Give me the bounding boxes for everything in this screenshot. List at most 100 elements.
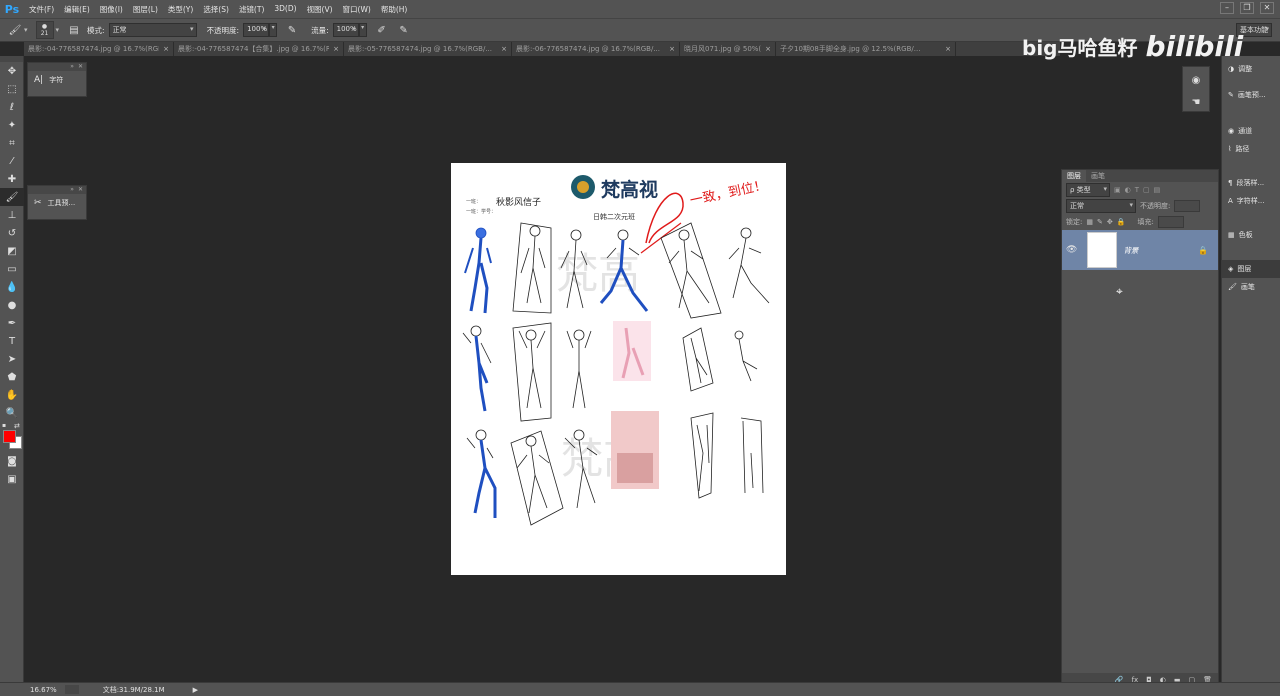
menu-item[interactable]: 编辑(E)	[59, 4, 95, 15]
fill-input[interactable]	[1157, 216, 1184, 228]
pen-tool-icon[interactable]: ✒	[0, 314, 24, 332]
zoom-tool-icon[interactable]: 🔍	[0, 404, 24, 422]
filter-shape-icon[interactable]: ▢	[1143, 186, 1150, 194]
document-tab[interactable]: 子夕10期08手脚全身.jpg @ 12.5%(RGB/... ×	[776, 42, 956, 56]
hand-tool-icon[interactable]: ✋	[0, 386, 24, 404]
menu-item[interactable]: 3D(D)	[269, 4, 301, 15]
lasso-tool-icon[interactable]: ℓ	[0, 98, 24, 116]
dock-item[interactable]: A 字符样...	[1222, 192, 1280, 210]
menu-item[interactable]: 类型(Y)	[163, 4, 198, 15]
eye-icon[interactable]: ◉	[1187, 71, 1205, 89]
path-selection-tool-icon[interactable]: ➤	[0, 350, 24, 368]
brush-panel-toggle-icon[interactable]: ▤	[65, 21, 83, 39]
restore-button[interactable]: ❐	[1240, 2, 1254, 14]
document-tab[interactable]: 晨影:-04-776587474【合集】.jpg @ 16.7%(RG... ×	[174, 42, 344, 56]
foreground-color-swatch[interactable]	[3, 430, 16, 443]
lock-transparent-icon[interactable]: ▦	[1086, 218, 1093, 226]
blend-mode-select[interactable]: 正常	[1066, 199, 1136, 213]
type-tool-icon[interactable]: T	[0, 332, 24, 350]
brush-size-picker[interactable]: ● 21	[35, 21, 54, 39]
zoom-level[interactable]: 16.67%	[30, 686, 57, 694]
blur-tool-icon[interactable]: 💧	[0, 278, 24, 296]
flow-slider-arrow[interactable]: ▾	[358, 23, 367, 37]
clone-stamp-tool-icon[interactable]: ⊥	[0, 206, 24, 224]
tab-close-icon[interactable]: ×	[501, 45, 507, 53]
menu-item[interactable]: 图层(L)	[128, 4, 163, 15]
layer-name[interactable]: 背景	[1123, 245, 1138, 256]
dock-item[interactable]: ◑ 调整	[1222, 60, 1280, 78]
close-button[interactable]: ✕	[1260, 2, 1274, 14]
visibility-eye-icon[interactable]: 👁	[1066, 245, 1077, 255]
lock-all-icon[interactable]: 🔒	[1117, 218, 1126, 226]
menu-item[interactable]: 滤镜(T)	[234, 4, 269, 15]
healing-brush-tool-icon[interactable]: ✚	[0, 170, 24, 188]
document-tab[interactable]: 晨影:-05-776587474.jpg @ 16.7%(RGB/... ×	[344, 42, 512, 56]
history-brush-tool-icon[interactable]: ↺	[0, 224, 24, 242]
dodge-tool-icon[interactable]: ●	[0, 296, 24, 314]
tab-close-icon[interactable]: ×	[945, 45, 951, 53]
dock-item[interactable]: 🖌 画笔	[1222, 278, 1280, 296]
brush-tool-icon[interactable]: 🖌	[0, 188, 24, 206]
crop-tool-icon[interactable]: ⌗	[0, 134, 24, 152]
layer-filter-select[interactable]: ρ 类型	[1066, 183, 1110, 197]
dock-item[interactable]: ▦ 色板	[1222, 226, 1280, 244]
dock-item[interactable]: ◉ 通道	[1222, 122, 1280, 140]
pressure-size-icon[interactable]: ✎	[395, 21, 413, 39]
hand-tool-icon[interactable]: ☚	[1187, 93, 1205, 111]
brush-tool-icon[interactable]: 🖌	[6, 21, 24, 39]
dock-item[interactable]: ⌇ 路径	[1222, 140, 1280, 158]
menu-item[interactable]: 图像(I)	[95, 4, 128, 15]
tab-close-icon[interactable]: ×	[163, 45, 169, 53]
pressure-opacity-icon[interactable]: ✎	[283, 21, 301, 39]
status-menu-arrow-icon[interactable]: ▶	[193, 686, 198, 694]
minimize-button[interactable]: –	[1220, 2, 1234, 14]
layer-row-background[interactable]: 👁 背景 🔒	[1062, 230, 1218, 270]
collapse-icon[interactable]: »	[70, 63, 74, 71]
document-canvas[interactable]: 梵高视 日韩二次元班 一班： 一班：学号： 秋影风信子 一致，到位！ 梵高 梵高	[451, 163, 786, 575]
layer-opacity-input[interactable]	[1174, 200, 1201, 212]
menu-item[interactable]: 文件(F)	[24, 4, 59, 15]
tab-close-icon[interactable]: ×	[669, 45, 675, 53]
filter-smart-icon[interactable]: ▤	[1154, 186, 1161, 194]
dock-item[interactable]: ◈ 图层	[1222, 260, 1280, 278]
quick-mask-icon[interactable]: ◙	[0, 452, 24, 470]
eyedropper-tool-icon[interactable]: ⁄	[0, 152, 24, 170]
close-icon[interactable]: ✕	[78, 63, 83, 71]
lock-pixels-icon[interactable]: ✎	[1097, 218, 1103, 226]
lock-position-icon[interactable]: ✥	[1107, 218, 1113, 226]
dock-item[interactable]: ¶ 段落样...	[1222, 174, 1280, 192]
menu-item[interactable]: 窗口(W)	[338, 4, 376, 15]
menu-item[interactable]: 帮助(H)	[376, 4, 413, 15]
document-tab[interactable]: 晨影:-04-776587474.jpg @ 16.7%(RGB/... ×	[24, 42, 174, 56]
opacity-slider-arrow[interactable]: ▾	[269, 23, 278, 37]
move-tool-icon[interactable]: ✥	[0, 62, 24, 80]
opacity-input[interactable]: 100%	[243, 23, 270, 37]
magic-wand-tool-icon[interactable]: ✦	[0, 116, 24, 134]
gradient-tool-icon[interactable]: ▭	[0, 260, 24, 278]
swap-colors-icon[interactable]: ⇄	[14, 422, 20, 430]
default-colors-icon[interactable]: ▪	[2, 422, 6, 429]
filter-type-icon[interactable]: T	[1135, 186, 1139, 194]
close-icon[interactable]: ✕	[78, 186, 83, 194]
marquee-tool-icon[interactable]: ⬚	[0, 80, 24, 98]
document-tab[interactable]: 晨影:-06-776587474.jpg @ 16.7%(RGB/... ×	[512, 42, 680, 56]
flow-input[interactable]: 100%	[332, 23, 359, 37]
screen-mode-icon[interactable]: ▣	[0, 470, 24, 488]
tab-brush[interactable]: 画笔	[1086, 171, 1110, 181]
tool-preset-dropdown[interactable]: ▾	[24, 26, 28, 34]
mode-select[interactable]: 正常	[108, 23, 197, 37]
document-tab[interactable]: 晓月风071.jpg @ 50%(RGB...×	[680, 42, 776, 56]
menu-item[interactable]: 视图(V)	[302, 4, 338, 15]
airbrush-icon[interactable]: ✐	[373, 21, 391, 39]
character-panel-button[interactable]: A| 字符	[28, 71, 86, 89]
collapse-icon[interactable]: »	[70, 186, 74, 194]
brush-picker-arrow[interactable]: ▾	[56, 26, 60, 34]
menu-item[interactable]: 选择(S)	[198, 4, 234, 15]
tab-close-icon[interactable]: ×	[333, 45, 339, 53]
dock-item[interactable]: ✎ 画笔预...	[1222, 86, 1280, 104]
tab-layers[interactable]: 图层	[1062, 170, 1086, 182]
tab-close-icon[interactable]: ×	[765, 45, 771, 53]
shape-tool-icon[interactable]: ⬟	[0, 368, 24, 386]
filter-pixel-icon[interactable]: ▣	[1114, 186, 1121, 194]
filter-adjustment-icon[interactable]: ◐	[1125, 186, 1131, 194]
